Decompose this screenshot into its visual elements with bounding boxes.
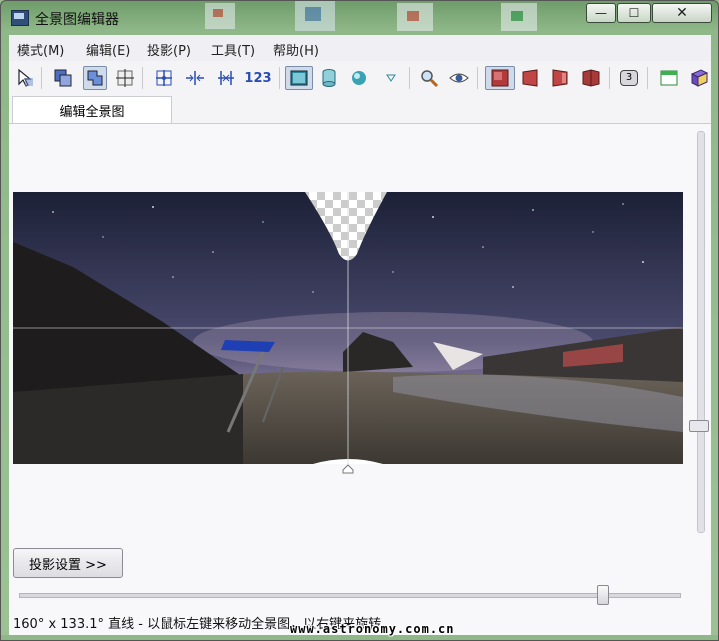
sphere-icon xyxy=(352,71,366,85)
menu-help[interactable]: 帮助(H) xyxy=(273,40,319,59)
move-center-button[interactable] xyxy=(152,66,176,90)
view-3-icon: 3 xyxy=(620,70,638,86)
rectilinear-icon xyxy=(290,70,308,86)
skew-left-icon xyxy=(522,69,538,87)
skew-left-button[interactable] xyxy=(518,66,542,90)
projection-settings-label: 投影设置 >> xyxy=(29,557,107,573)
tab-label: 编辑全景图 xyxy=(59,104,125,120)
view-3-button[interactable]: 3 xyxy=(617,66,641,90)
tab-strip: 编辑全景图 xyxy=(9,95,711,124)
projection-dropdown[interactable] xyxy=(379,66,403,90)
fold-icon xyxy=(582,69,600,87)
maximize-button[interactable]: ☐ xyxy=(617,3,651,23)
zoom-button[interactable] xyxy=(417,66,441,90)
fit-window-icon xyxy=(54,69,72,87)
minimize-icon: — xyxy=(595,6,607,20)
pointer-button[interactable] xyxy=(13,66,37,90)
rectilinear-button[interactable] xyxy=(285,66,313,90)
title-bar[interactable]: 全景图编辑器 — ☐ ✕ xyxy=(1,1,718,33)
tab-edit-panorama[interactable]: 编辑全景图 xyxy=(12,96,172,123)
cylinder-button[interactable] xyxy=(317,66,341,90)
panorama-image[interactable] xyxy=(13,192,683,464)
window-icon xyxy=(660,70,678,86)
app-window: 全景图编辑器 — ☐ ✕ 模式(M) 编辑(E) 投影(P) 工具(T) 帮助(… xyxy=(0,0,719,641)
menu-project[interactable]: 投影(P) xyxy=(147,40,191,59)
dropdown-arrow-icon xyxy=(386,74,396,82)
horizontal-fov-slider-thumb[interactable] xyxy=(597,585,609,605)
center-marker-icon[interactable] xyxy=(342,464,354,474)
maximize-icon: ☐ xyxy=(628,6,640,20)
toolbar-separator xyxy=(477,67,478,89)
pointer-icon xyxy=(18,68,33,87)
number-button[interactable]: 123 xyxy=(243,66,273,90)
menu-bar: 模式(M) 编辑(E) 投影(P) 工具(T) 帮助(H) xyxy=(9,35,711,61)
window-button[interactable] xyxy=(657,66,681,90)
skew-right-icon xyxy=(552,69,568,87)
client-area: 模式(M) 编辑(E) 投影(P) 工具(T) 帮助(H) 123 3 编辑全景… xyxy=(9,35,711,635)
toolbar-separator xyxy=(279,67,280,89)
move-center-icon xyxy=(156,70,172,86)
vertical-align-button[interactable] xyxy=(214,66,238,90)
sphere-button[interactable] xyxy=(347,66,371,90)
desktop-background-glimpse xyxy=(205,1,537,31)
toolbar-separator xyxy=(647,67,648,89)
crosshair-icon xyxy=(116,69,134,87)
vertical-fov-slider-track[interactable] xyxy=(697,131,705,533)
skew-right-button[interactable] xyxy=(548,66,572,90)
menu-edit[interactable]: 编辑(E) xyxy=(86,40,130,59)
number-icon: 123 xyxy=(244,70,272,86)
vertical-align-icon xyxy=(218,71,234,85)
toolbar-separator xyxy=(609,67,610,89)
horizontal-align-button[interactable] xyxy=(183,66,207,90)
plane-button[interactable] xyxy=(485,66,515,90)
multi-window-button[interactable] xyxy=(83,66,107,90)
minimize-button[interactable]: — xyxy=(586,3,616,23)
watermark-text: www.astronomy.com.cn xyxy=(290,622,455,636)
fold-button[interactable] xyxy=(579,66,603,90)
window-title: 全景图编辑器 xyxy=(35,12,119,28)
projection-settings-button[interactable]: 投影设置 >> xyxy=(13,548,123,578)
magnifier-icon xyxy=(421,70,439,88)
eye-icon xyxy=(449,73,469,83)
preview-button[interactable] xyxy=(447,66,471,90)
book-icon xyxy=(690,69,709,87)
menu-mode[interactable]: 模式(M) xyxy=(17,40,64,59)
multi-window-icon xyxy=(87,70,103,86)
book-button[interactable] xyxy=(687,66,711,90)
toolbar: 123 3 xyxy=(9,61,711,95)
cylinder-icon xyxy=(322,69,336,87)
preview-canvas[interactable] xyxy=(9,124,695,574)
close-button[interactable]: ✕ xyxy=(652,3,712,23)
close-icon: ✕ xyxy=(676,5,688,21)
plane-icon xyxy=(491,69,509,87)
horizontal-align-icon xyxy=(186,71,204,85)
vertical-fov-slider-thumb[interactable] xyxy=(689,420,709,432)
crosshair-button[interactable] xyxy=(113,66,137,90)
app-icon xyxy=(11,10,29,26)
horizontal-fov-slider-track[interactable] xyxy=(19,593,681,598)
toolbar-separator xyxy=(41,67,42,89)
menu-tools[interactable]: 工具(T) xyxy=(211,40,255,59)
toolbar-separator xyxy=(409,67,410,89)
fit-window-button[interactable] xyxy=(51,66,75,90)
toolbar-separator xyxy=(142,67,143,89)
